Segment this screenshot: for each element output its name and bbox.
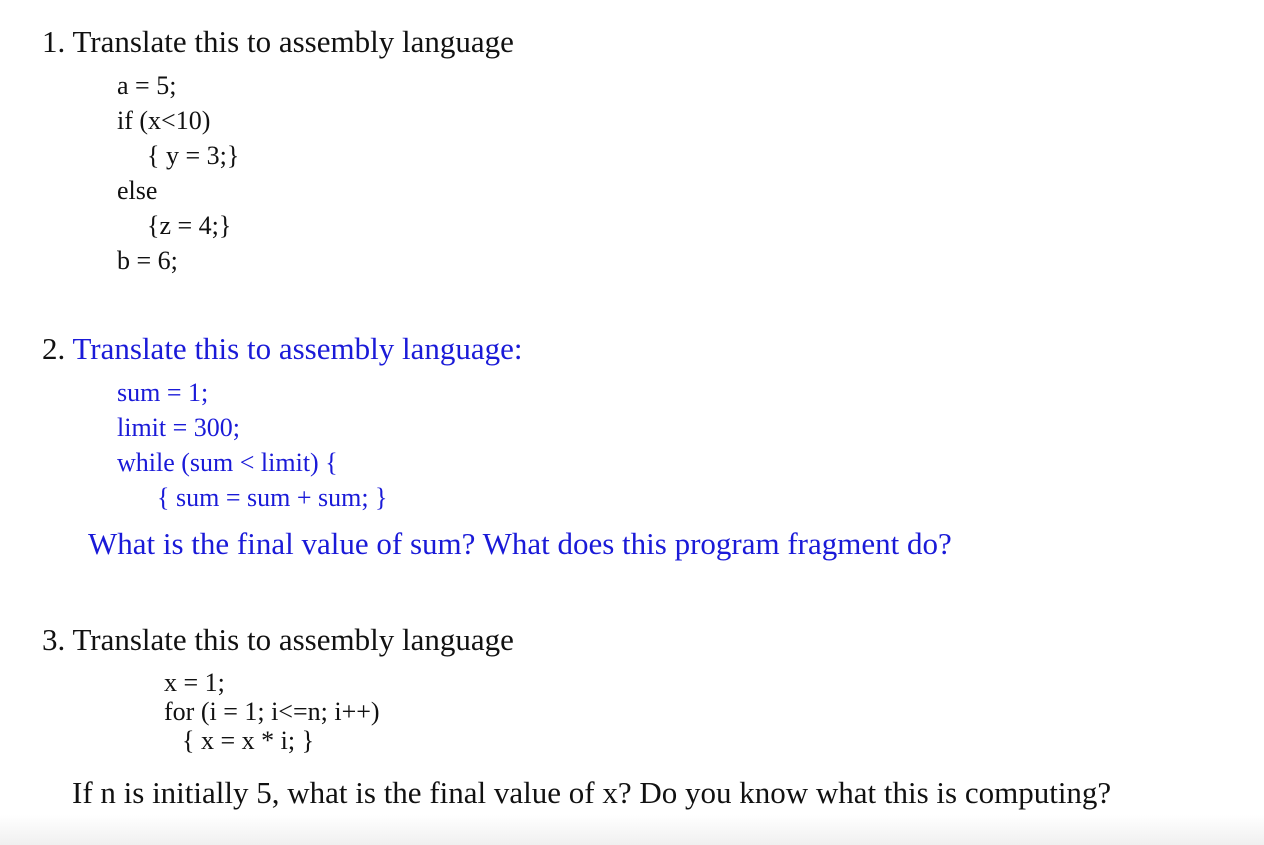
code-line: sum = 1; (117, 378, 209, 407)
code-line: { sum = sum + sum; } (157, 483, 388, 512)
problem-2-code-block: sum = 1; limit = 300; while (sum < limit… (117, 375, 388, 515)
problem-2-heading-text: 2. Translate this to assembly language: (42, 331, 523, 366)
code-line: { x = x * i; } (182, 726, 315, 755)
problem-1-code-block: a = 5; if (x<10) { y = 3;} else {z = 4;}… (117, 68, 239, 278)
code-line: limit = 300; (117, 413, 241, 442)
code-line: x = 1; (164, 668, 225, 697)
problem-2-question: What is the final value of sum? What doe… (88, 526, 952, 561)
code-line: {z = 4;} (147, 211, 232, 240)
code-line: if (x<10) (117, 106, 211, 135)
code-line: b = 6; (117, 246, 178, 275)
problem-3-code-block: x = 1; for (i = 1; i<=n; i++) { x = x * … (164, 668, 380, 755)
code-line: a = 5; (117, 71, 177, 100)
code-line: for (i = 1; i<=n; i++) (164, 697, 380, 726)
bottom-fade (0, 815, 1264, 845)
code-line: else (117, 176, 158, 205)
code-line: { y = 3;} (147, 141, 240, 170)
problem-1-heading: 1. Translate this to assembly language (42, 24, 514, 59)
problem-3-heading: 3. Translate this to assembly language (42, 622, 514, 657)
problem-3-question: If n is initially 5, what is the final v… (72, 775, 1112, 810)
code-line: while (sum < limit) { (117, 448, 338, 477)
slide-page: 1. Translate this to assembly language a… (0, 0, 1264, 845)
problem-2-heading: 2. Translate this to assembly language: (42, 331, 522, 367)
